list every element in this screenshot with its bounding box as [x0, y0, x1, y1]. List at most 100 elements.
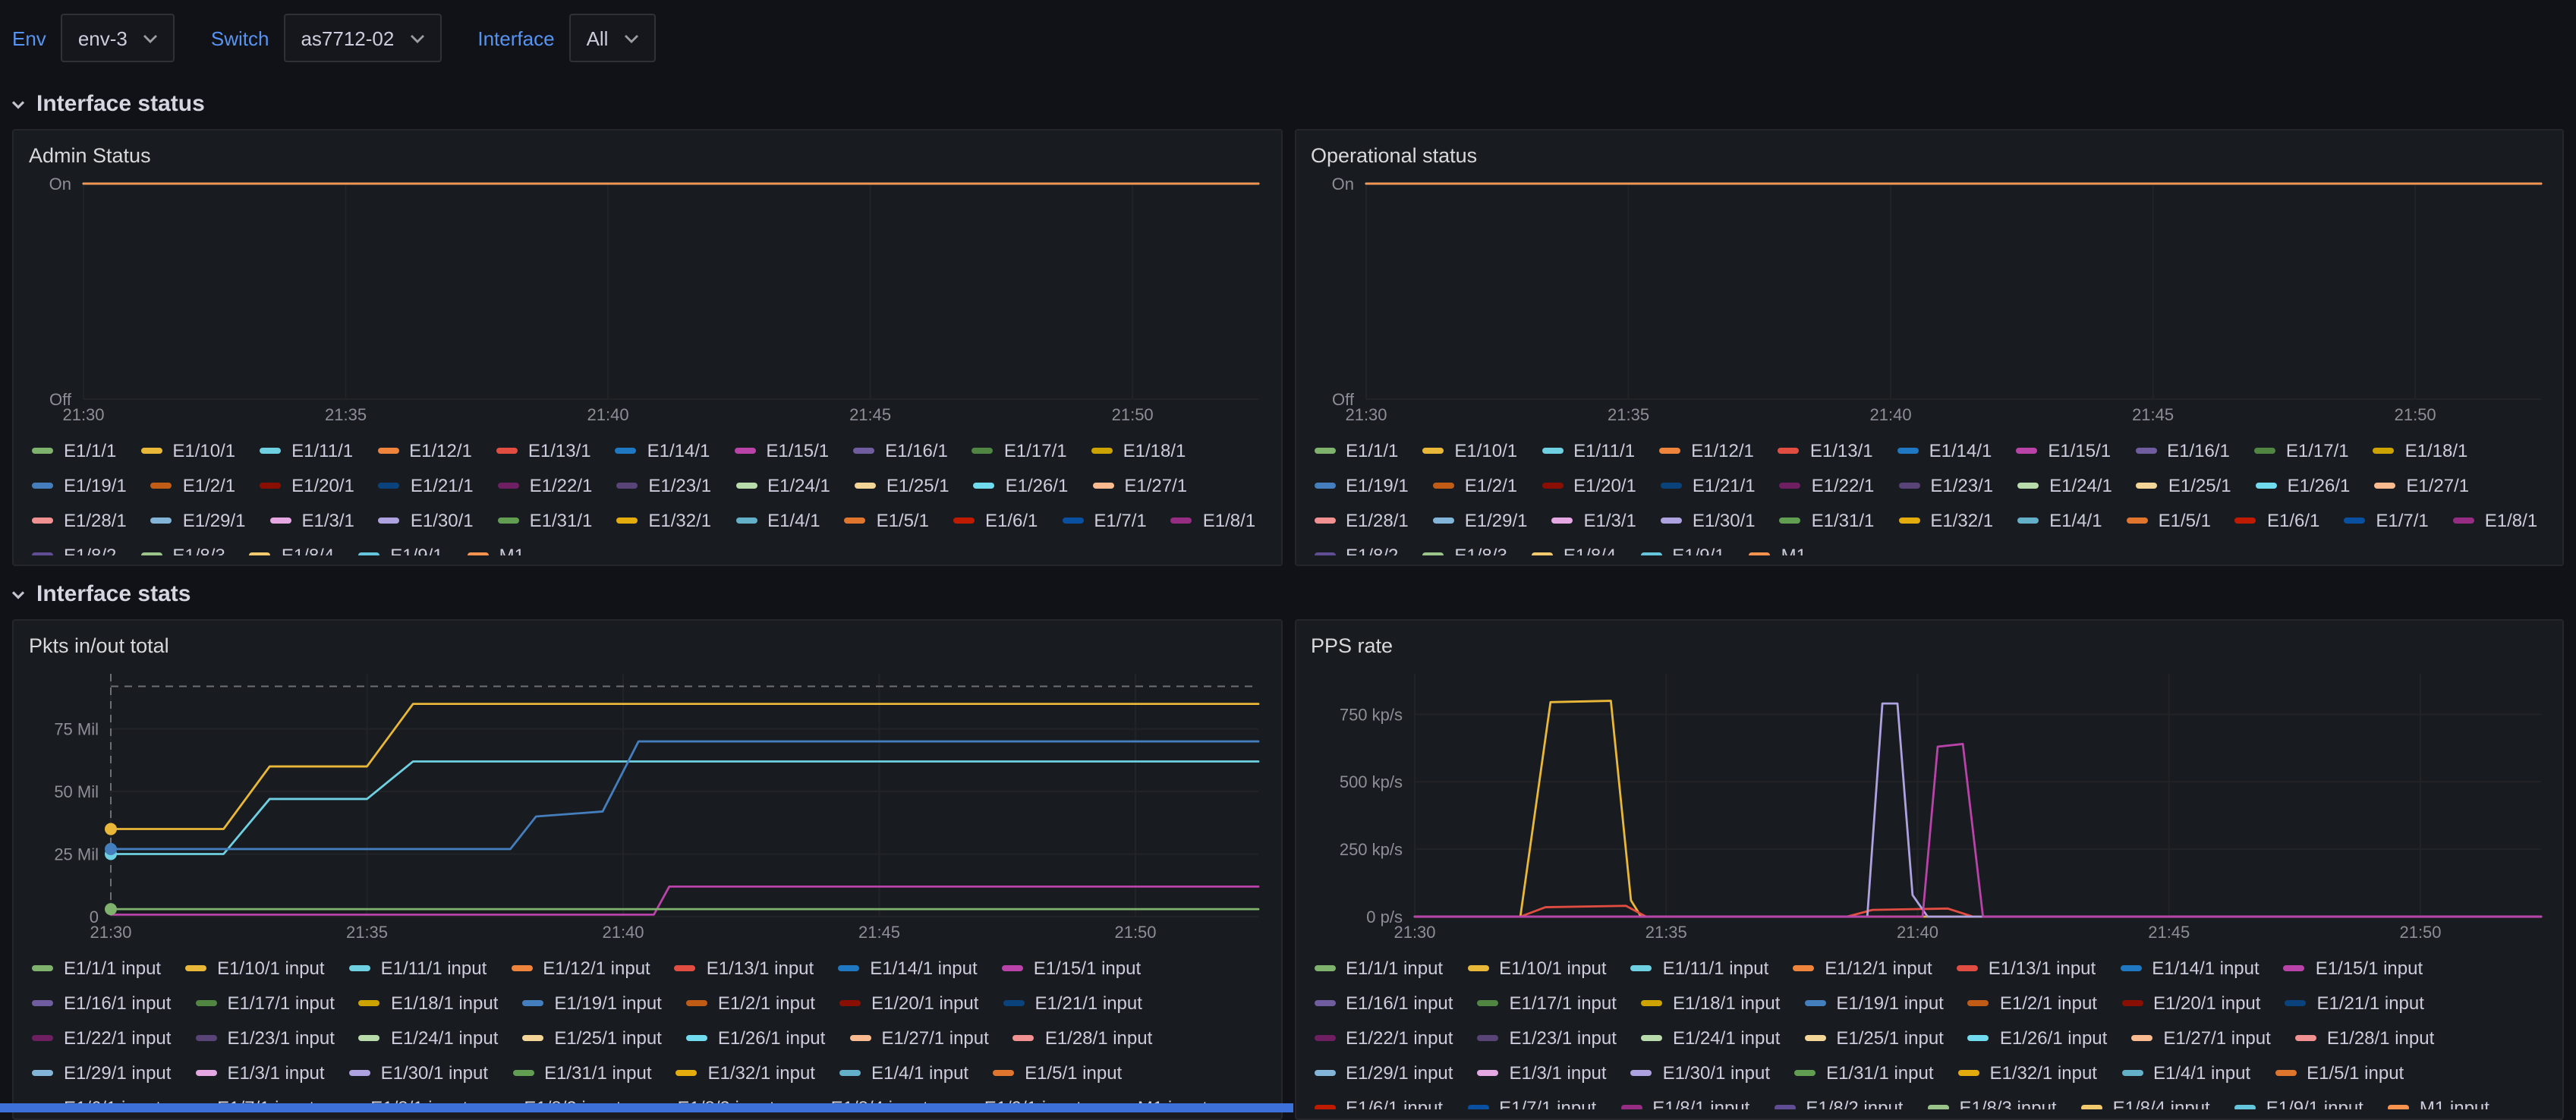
legend-item[interactable]: E1/22/1 — [498, 469, 593, 501]
legend-item[interactable]: E1/9/1 input — [2234, 1091, 2363, 1109]
legend-item[interactable]: E1/14/1 — [1897, 434, 1992, 466]
legend-item[interactable]: E1/13/1 — [1778, 434, 1873, 466]
legend-item[interactable]: E1/20/1 — [1542, 469, 1636, 501]
pkts-in-out-chart[interactable]: 21:3021:3521:4021:4521:50025 Mil50 Mil75… — [29, 665, 1268, 947]
legend-item[interactable]: E1/29/1 — [151, 504, 246, 536]
legend-item[interactable]: E1/2/1 — [1433, 469, 1517, 501]
legend-item[interactable]: E1/12/1 — [1659, 434, 1754, 466]
legend-item[interactable]: E1/19/1 — [32, 469, 127, 501]
legend-item[interactable]: E1/14/1 input — [2120, 952, 2259, 983]
legend-item[interactable]: E1/27/1 input — [849, 1021, 988, 1053]
legend-item[interactable]: E1/19/1 input — [522, 986, 661, 1018]
legend-item[interactable]: E1/18/1 — [2373, 434, 2468, 466]
legend-item[interactable]: E1/30/1 — [1661, 504, 1756, 536]
panel-title[interactable]: Admin Status — [29, 141, 1265, 171]
legend-item[interactable]: E1/23/1 input — [195, 1021, 334, 1053]
pps-rate-chart[interactable]: 21:3021:3521:4021:4521:500 p/s250 kp/s50… — [1311, 665, 2549, 947]
legend-item[interactable]: E1/32/1 input — [1958, 1056, 2097, 1088]
legend-item[interactable]: E1/14/1 — [616, 434, 710, 466]
panel-title[interactable]: Pkts in/out total — [29, 631, 1265, 662]
legend-item[interactable]: E1/32/1 — [1898, 504, 1993, 536]
legend-item[interactable]: E1/31/1 input — [1794, 1056, 1933, 1088]
legend-item[interactable]: E1/16/1 input — [32, 986, 171, 1018]
legend-item[interactable]: E1/24/1 input — [359, 1021, 498, 1053]
legend-item[interactable]: E1/28/1 — [32, 504, 127, 536]
legend-item[interactable]: E1/22/1 input — [32, 1021, 171, 1053]
legend-item[interactable]: E1/26/1 input — [686, 1021, 825, 1053]
legend-item[interactable]: E1/31/1 — [498, 504, 593, 536]
variable-select-interface[interactable]: All — [570, 14, 656, 62]
legend-item[interactable]: E1/31/1 input — [512, 1056, 651, 1088]
legend-item[interactable]: E1/8/3 — [1422, 539, 1507, 555]
legend-item[interactable]: E1/7/1 — [1062, 504, 1146, 536]
legend-item[interactable]: E1/2/1 — [151, 469, 235, 501]
legend-item[interactable]: E1/19/1 — [1314, 469, 1409, 501]
legend-item[interactable]: E1/8/2 input — [1774, 1091, 1903, 1109]
legend-item[interactable]: E1/8/1 input — [1620, 1091, 1749, 1109]
legend-item[interactable]: E1/8/1 — [1171, 504, 1255, 536]
legend-item[interactable]: E1/29/1 — [1433, 504, 1528, 536]
legend-item[interactable]: E1/4/1 — [735, 504, 820, 536]
legend-item[interactable]: E1/5/1 — [2127, 504, 2211, 536]
legend-item[interactable]: E1/10/1 — [1422, 434, 1517, 466]
legend-item[interactable]: E1/8/2 — [32, 539, 116, 555]
variable-label-env[interactable]: Env — [12, 27, 46, 49]
legend-item[interactable]: E1/32/1 — [616, 504, 711, 536]
legend-item[interactable]: E1/24/1 input — [1641, 1021, 1780, 1053]
legend-item[interactable]: E1/8/4 — [250, 539, 334, 555]
legend-item[interactable]: E1/21/1 — [1661, 469, 1756, 501]
admin-status-chart[interactable]: 21:3021:3521:4021:4521:50OffOn — [29, 175, 1268, 429]
legend-item[interactable]: E1/10/1 — [140, 434, 235, 466]
legend-item[interactable]: M1 — [468, 539, 524, 555]
legend-item[interactable]: E1/11/1 input — [1631, 952, 1769, 983]
row-header-interface-stats[interactable]: Interface stats — [0, 566, 2576, 619]
legend-item[interactable]: E1/26/1 — [974, 469, 1069, 501]
legend-item[interactable]: E1/23/1 input — [1477, 1021, 1616, 1053]
legend-item[interactable]: E1/29/1 input — [1314, 1056, 1453, 1088]
legend-item[interactable]: E1/22/1 input — [1314, 1021, 1453, 1053]
legend-item[interactable]: E1/8/2 — [1314, 539, 1398, 555]
legend-item[interactable]: E1/17/1 — [2254, 434, 2349, 466]
legend-item[interactable]: E1/4/1 input — [2121, 1056, 2250, 1088]
legend-item[interactable]: E1/24/1 — [735, 469, 830, 501]
legend-item[interactable]: E1/3/1 input — [1477, 1056, 1606, 1088]
legend-item[interactable]: E1/20/1 — [260, 469, 354, 501]
legend-item[interactable]: E1/2/1 input — [1968, 986, 2097, 1018]
legend-item[interactable]: E1/21/1 input — [1003, 986, 1142, 1018]
legend-item[interactable]: E1/8/4 input — [2081, 1091, 2210, 1109]
legend-item[interactable]: E1/6/1 — [2235, 504, 2319, 536]
legend-item[interactable]: E1/9/1 — [358, 539, 442, 555]
legend-item[interactable]: E1/17/1 input — [195, 986, 334, 1018]
legend-item[interactable]: E1/21/1 — [379, 469, 474, 501]
legend-item[interactable]: E1/25/1 — [2137, 469, 2231, 501]
legend-item[interactable]: E1/11/1 — [1542, 434, 1635, 466]
legend-item[interactable]: E1/1/1 input — [1314, 952, 1443, 983]
legend-item[interactable]: E1/3/1 — [270, 504, 354, 536]
legend-item[interactable]: E1/27/1 — [2374, 469, 2469, 501]
legend-item[interactable]: E1/12/1 — [377, 434, 472, 466]
legend-item[interactable]: E1/17/1 input — [1477, 986, 1616, 1018]
variable-select-switch[interactable]: as7712-02 — [284, 14, 441, 62]
legend-item[interactable]: E1/30/1 input — [349, 1056, 488, 1088]
row-header-interface-status[interactable]: Interface status — [0, 76, 2576, 129]
legend-item[interactable]: E1/7/1 input — [1467, 1091, 1596, 1109]
legend-item[interactable]: E1/15/1 input — [2284, 952, 2423, 983]
legend-item[interactable]: E1/26/1 — [2256, 469, 2351, 501]
legend-item[interactable]: E1/4/1 input — [839, 1056, 968, 1088]
legend-item[interactable]: E1/27/1 — [1092, 469, 1187, 501]
legend-item[interactable]: E1/1/1 — [32, 434, 116, 466]
legend-item[interactable]: E1/8/4 — [1532, 539, 1616, 555]
legend-item[interactable]: E1/31/1 — [1780, 504, 1875, 536]
legend-item[interactable]: E1/6/1 input — [1314, 1091, 1443, 1109]
legend-item[interactable]: E1/28/1 input — [2295, 1021, 2434, 1053]
legend-item[interactable]: E1/27/1 input — [2131, 1021, 2270, 1053]
legend-item[interactable]: E1/16/1 — [2135, 434, 2230, 466]
legend-item[interactable]: E1/24/1 — [2017, 469, 2112, 501]
legend-item[interactable]: E1/18/1 input — [359, 986, 498, 1018]
panel-title[interactable]: Operational status — [1311, 141, 2547, 171]
legend-item[interactable]: E1/22/1 — [1780, 469, 1875, 501]
legend-item[interactable]: E1/28/1 input — [1013, 1021, 1152, 1053]
legend-item[interactable]: M1 — [1749, 539, 1806, 555]
legend-item[interactable]: E1/13/1 — [496, 434, 591, 466]
variable-label-interface[interactable]: Interface — [477, 27, 554, 49]
